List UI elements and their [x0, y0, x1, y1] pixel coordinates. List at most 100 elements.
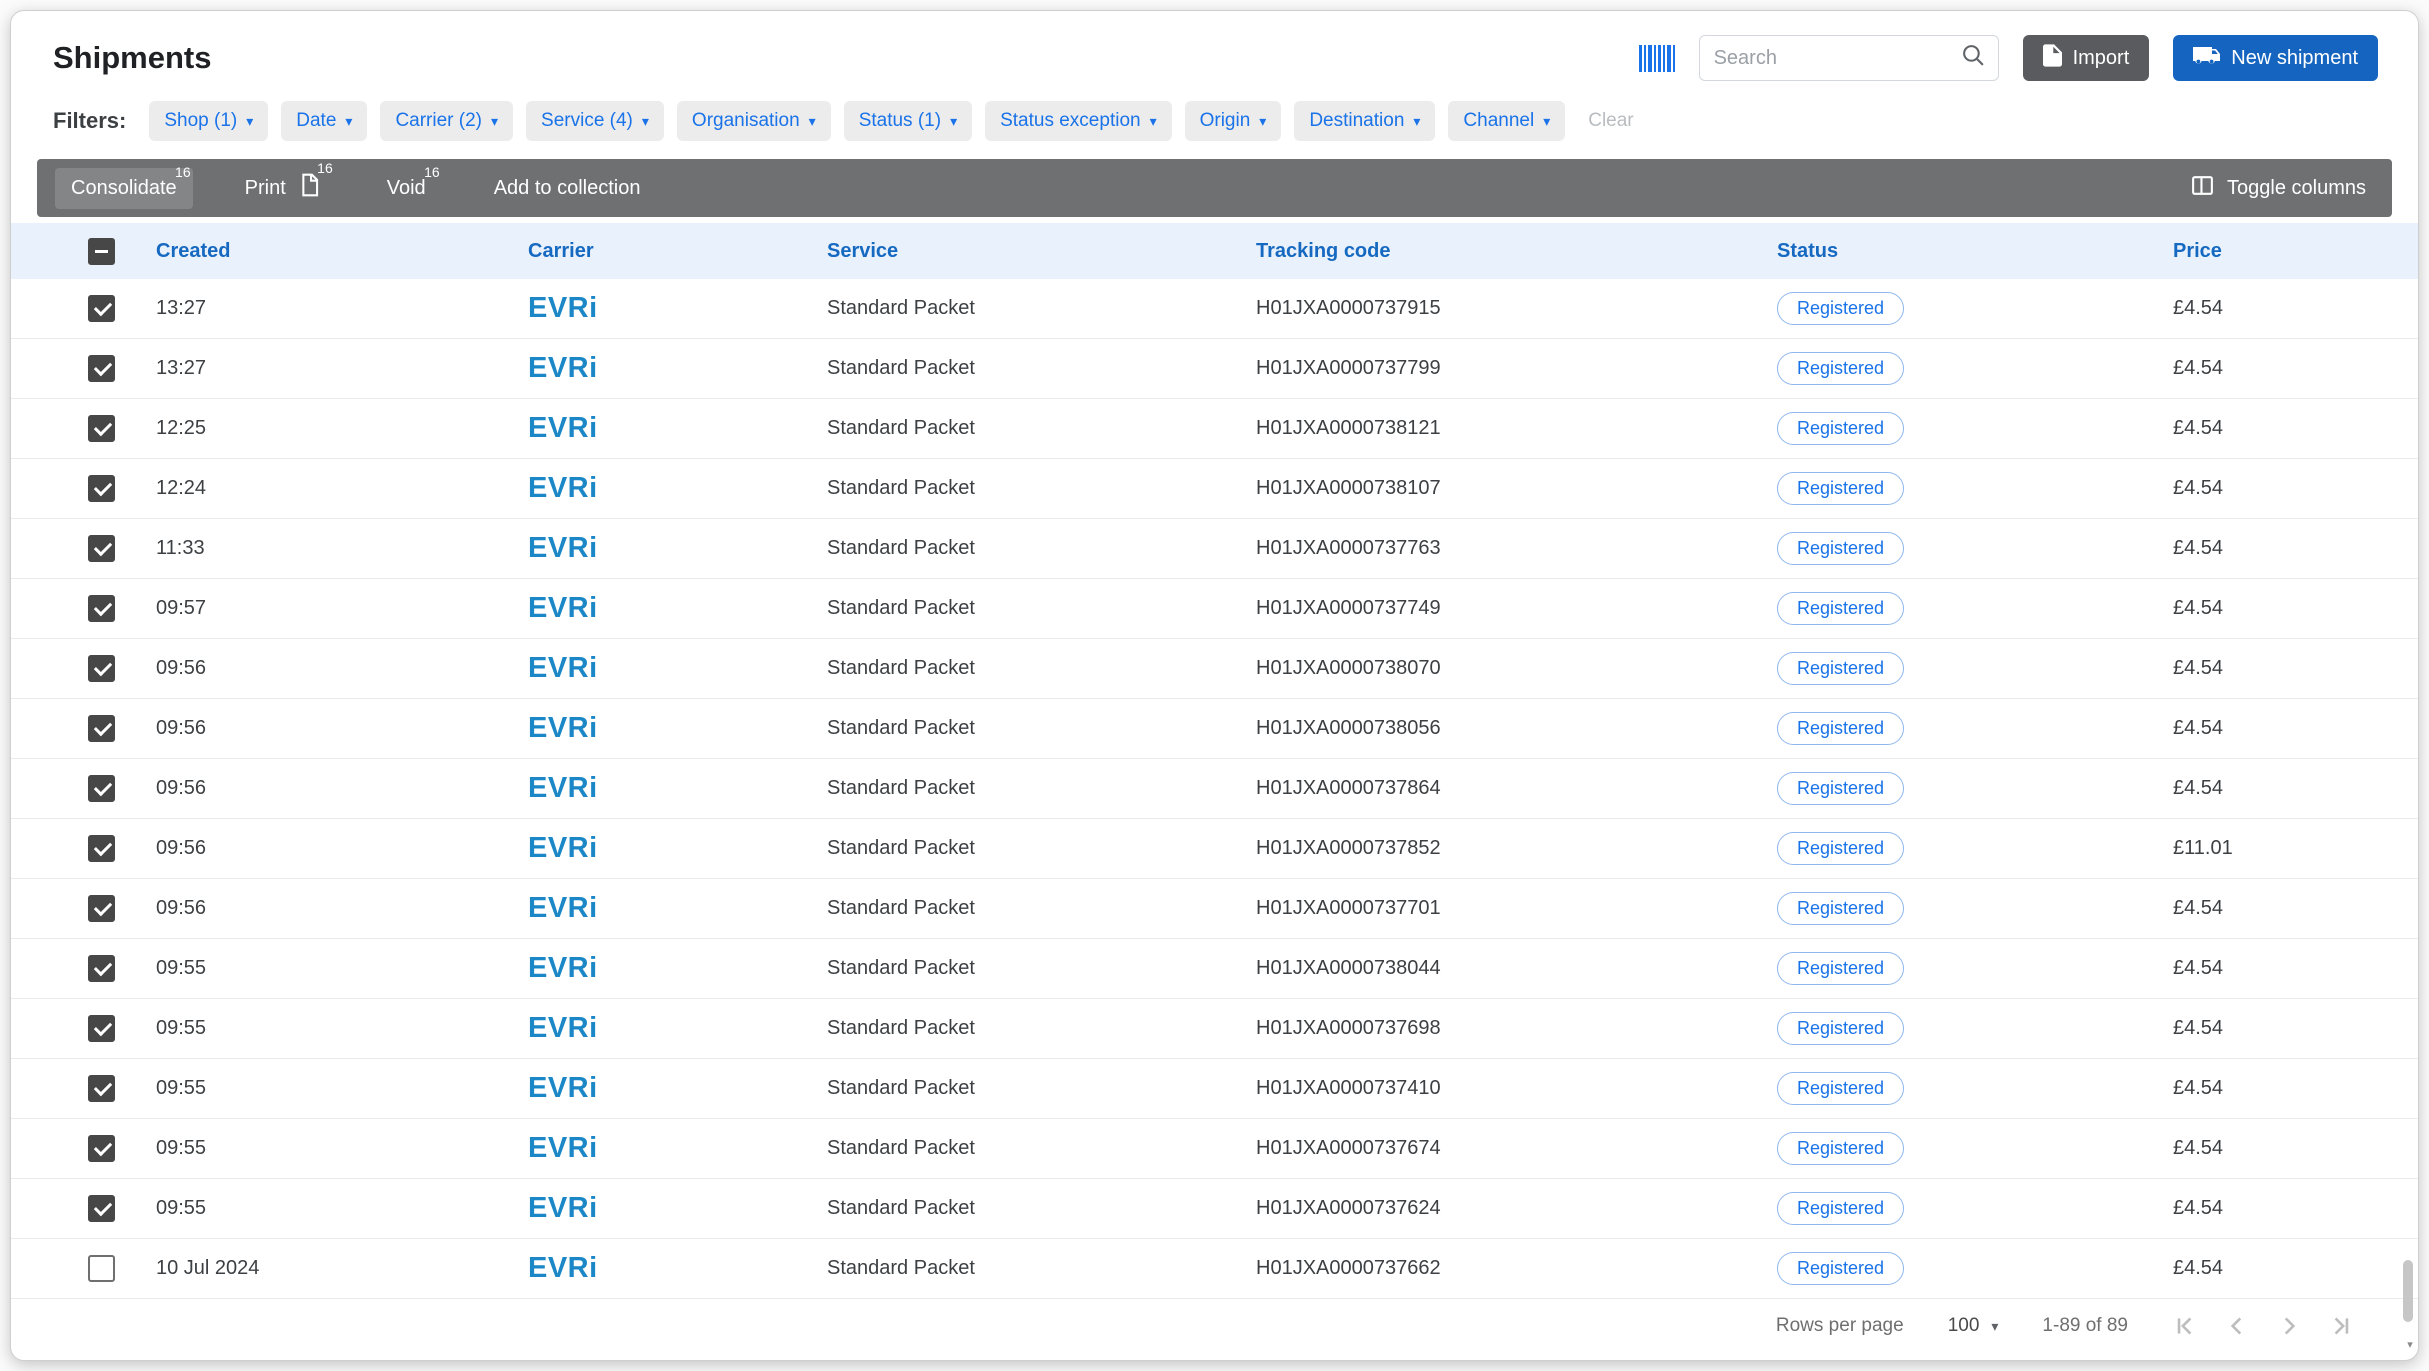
row-checkbox[interactable]: [88, 355, 115, 382]
row-checkbox[interactable]: [88, 775, 115, 802]
filter-chip[interactable]: Carrier (2) ▾: [380, 101, 513, 141]
barcode-icon[interactable]: [1639, 45, 1675, 72]
row-checkbox[interactable]: [88, 415, 115, 442]
column-header-price[interactable]: Price: [2173, 240, 2383, 263]
price-cell: £4.54: [2173, 477, 2383, 500]
tracking-code-cell: H01JXA0000737799: [1256, 357, 1777, 380]
new-shipment-button[interactable]: New shipment: [2173, 35, 2378, 81]
previous-page-button[interactable]: [2224, 1313, 2250, 1339]
scrollbar-down-arrow[interactable]: ▾: [2405, 1340, 2415, 1350]
table-row[interactable]: 09:56 EVRi Standard Packet H01JXA0000737…: [11, 819, 2418, 879]
search-icon[interactable]: [1961, 43, 1986, 73]
column-header-carrier[interactable]: Carrier: [528, 240, 827, 263]
row-checkbox[interactable]: [88, 955, 115, 982]
table-row[interactable]: 09:55 EVRi Standard Packet H01JXA0000737…: [11, 1119, 2418, 1179]
row-checkbox[interactable]: [88, 655, 115, 682]
column-header-created[interactable]: Created: [156, 240, 528, 263]
status-badge: Registered: [1777, 832, 1904, 865]
column-header-service[interactable]: Service: [827, 240, 1256, 263]
created-cell: 09:55: [156, 1197, 528, 1220]
table-row[interactable]: 11:33 EVRi Standard Packet H01JXA0000737…: [11, 519, 2418, 579]
created-cell: 12:24: [156, 477, 528, 500]
row-checkbox[interactable]: [88, 835, 115, 862]
bulk-action-label: Print: [245, 177, 286, 200]
bulk-action-button[interactable]: Consolidate 16: [55, 168, 193, 209]
carrier-logo: EVRi: [528, 352, 827, 385]
table-row[interactable]: 13:27 EVRi Standard Packet H01JXA0000737…: [11, 339, 2418, 399]
selection-count-badge: 16: [317, 160, 333, 176]
table-row[interactable]: 13:27 EVRi Standard Packet H01JXA0000737…: [11, 279, 2418, 339]
status-badge: Registered: [1777, 532, 1904, 565]
filter-chip[interactable]: Service (4) ▾: [526, 101, 664, 141]
vertical-scrollbar[interactable]: ▾: [2403, 15, 2415, 1356]
last-page-button[interactable]: [2328, 1313, 2354, 1339]
status-badge: Registered: [1777, 652, 1904, 685]
bulk-action-button[interactable]: Add to collection: [478, 168, 657, 209]
next-page-button[interactable]: [2276, 1313, 2302, 1339]
service-cell: Standard Packet: [827, 597, 1256, 620]
chevron-down-icon: ▾: [491, 113, 498, 130]
table-row[interactable]: 09:55 EVRi Standard Packet H01JXA0000737…: [11, 999, 2418, 1059]
select-all-checkbox[interactable]: [88, 238, 115, 265]
search-input[interactable]: [1714, 47, 1961, 70]
row-checkbox[interactable]: [88, 895, 115, 922]
table-row[interactable]: 09:56 EVRi Standard Packet H01JXA0000738…: [11, 699, 2418, 759]
filter-chip-label: Channel: [1463, 110, 1534, 132]
import-button[interactable]: Import: [2023, 35, 2150, 81]
created-cell: 09:55: [156, 1137, 528, 1160]
scrollbar-thumb[interactable]: [2403, 1260, 2413, 1322]
created-cell: 09:56: [156, 777, 528, 800]
price-cell: £4.54: [2173, 957, 2383, 980]
table-row[interactable]: 09:57 EVRi Standard Packet H01JXA0000737…: [11, 579, 2418, 639]
filter-chip[interactable]: Status exception ▾: [985, 101, 1172, 141]
created-cell: 11:33: [156, 537, 528, 560]
table-row[interactable]: 09:55 EVRi Standard Packet H01JXA0000737…: [11, 1059, 2418, 1119]
filter-chip[interactable]: Channel ▾: [1448, 101, 1565, 141]
row-checkbox[interactable]: [88, 535, 115, 562]
table-row[interactable]: 10 Jul 2024 EVRi Standard Packet H01JXA0…: [11, 1239, 2418, 1299]
row-checkbox[interactable]: [88, 1135, 115, 1162]
bulk-action-button[interactable]: Print 16: [229, 164, 335, 212]
filter-chip[interactable]: Origin ▾: [1185, 101, 1282, 141]
table-row[interactable]: 12:25 EVRi Standard Packet H01JXA0000738…: [11, 399, 2418, 459]
row-checkbox[interactable]: [88, 715, 115, 742]
created-cell: 10 Jul 2024: [156, 1257, 528, 1280]
row-checkbox[interactable]: [88, 1075, 115, 1102]
carrier-logo: EVRi: [528, 532, 827, 565]
row-checkbox[interactable]: [88, 1255, 115, 1282]
price-cell: £4.54: [2173, 1077, 2383, 1100]
table-row[interactable]: 09:55 EVRi Standard Packet H01JXA0000738…: [11, 939, 2418, 999]
shipments-app: Shipments Import New ship: [10, 10, 2419, 1361]
filter-chip[interactable]: Shop (1) ▾: [149, 101, 268, 141]
filter-chip[interactable]: Destination ▾: [1294, 101, 1435, 141]
table-row[interactable]: 09:55 EVRi Standard Packet H01JXA0000737…: [11, 1179, 2418, 1239]
filter-chip-label: Status (1): [859, 110, 941, 132]
toggle-columns-button[interactable]: Toggle columns: [2172, 165, 2384, 212]
row-checkbox[interactable]: [88, 1195, 115, 1222]
chevron-down-icon: ▾: [950, 113, 957, 130]
row-checkbox[interactable]: [88, 595, 115, 622]
service-cell: Standard Packet: [827, 957, 1256, 980]
rows-per-page-select[interactable]: 100 ▾: [1948, 1315, 1999, 1337]
bulk-action-button[interactable]: Void 16: [371, 168, 442, 209]
row-checkbox[interactable]: [88, 1015, 115, 1042]
row-checkbox[interactable]: [88, 295, 115, 322]
row-checkbox[interactable]: [88, 475, 115, 502]
table-row[interactable]: 09:56 EVRi Standard Packet H01JXA0000737…: [11, 879, 2418, 939]
column-header-tracking-code[interactable]: Tracking code: [1256, 240, 1777, 263]
filter-chip-label: Organisation: [692, 110, 800, 132]
table-row[interactable]: 09:56 EVRi Standard Packet H01JXA0000737…: [11, 759, 2418, 819]
filter-chip-label: Status exception: [1000, 110, 1140, 132]
status-badge: Registered: [1777, 772, 1904, 805]
table-row[interactable]: 12:24 EVRi Standard Packet H01JXA0000738…: [11, 459, 2418, 519]
filter-chip[interactable]: Date ▾: [281, 101, 367, 141]
clear-filters-button[interactable]: Clear: [1588, 110, 1633, 132]
filter-chip[interactable]: Organisation ▾: [677, 101, 831, 141]
filter-chip[interactable]: Status (1) ▾: [844, 101, 972, 141]
first-page-button[interactable]: [2172, 1313, 2198, 1339]
new-shipment-label: New shipment: [2231, 47, 2358, 70]
column-header-status[interactable]: Status: [1777, 240, 2173, 263]
carrier-logo: EVRi: [528, 892, 827, 925]
service-cell: Standard Packet: [827, 1197, 1256, 1220]
table-row[interactable]: 09:56 EVRi Standard Packet H01JXA0000738…: [11, 639, 2418, 699]
